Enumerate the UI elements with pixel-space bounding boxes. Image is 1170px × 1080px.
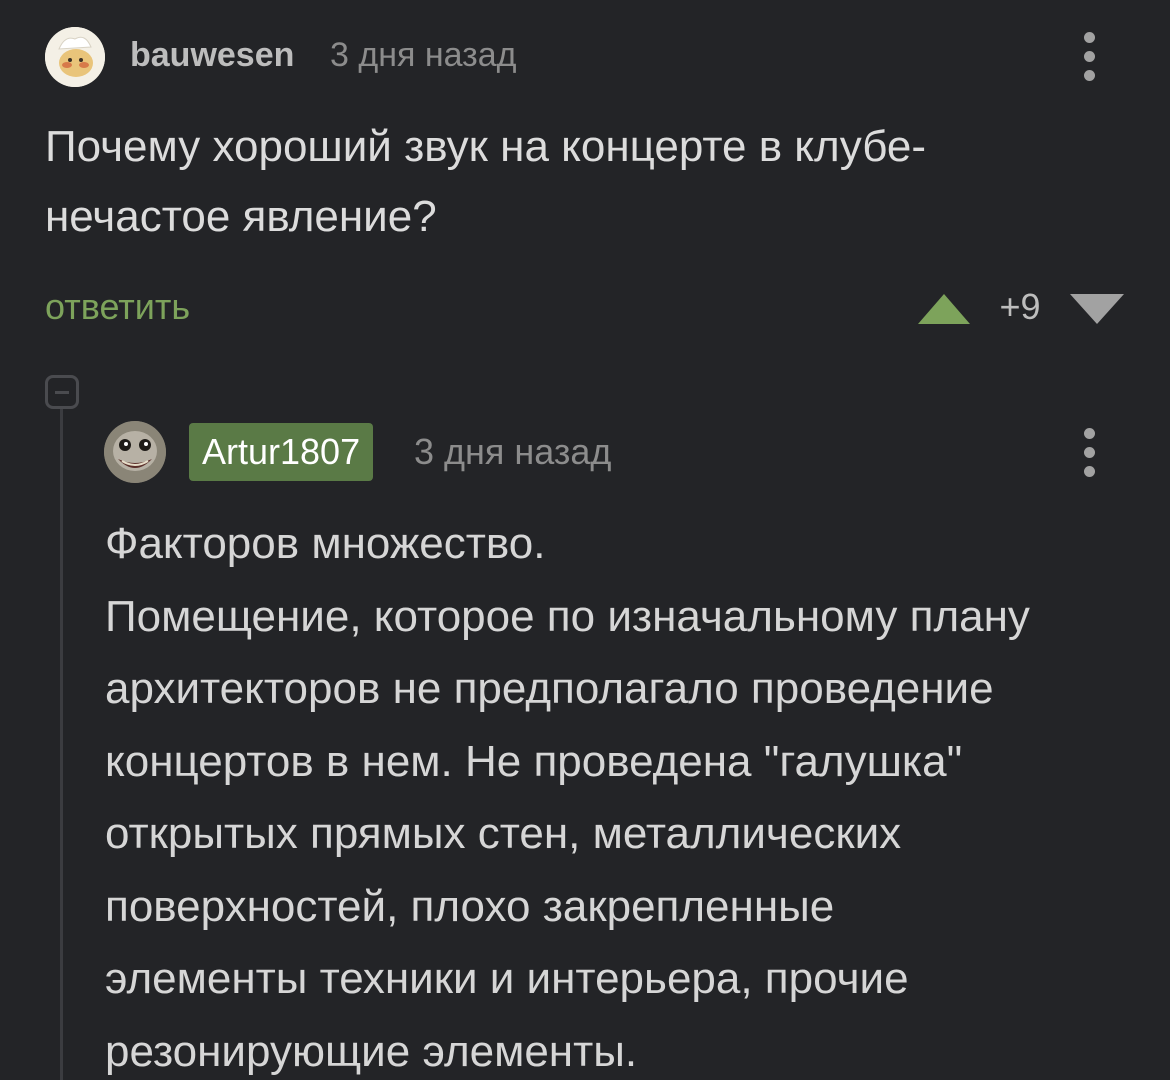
more-options-icon[interactable] — [1072, 30, 1108, 84]
timestamp: 3 дня назад — [330, 36, 517, 74]
dot — [1084, 428, 1095, 439]
comment-text: Факторов множество. Помещение, которое п… — [105, 519, 1030, 1076]
avatar[interactable] — [104, 421, 166, 483]
timestamp: 3 дня назад — [414, 431, 612, 472]
dot — [1084, 70, 1095, 81]
upvote-icon[interactable] — [916, 292, 972, 326]
collapse-thread-button[interactable] — [45, 375, 79, 409]
minus-icon — [55, 391, 69, 394]
ostrich-avatar-icon — [104, 421, 166, 483]
dot — [1084, 51, 1095, 62]
dot — [1084, 447, 1095, 458]
username-badge[interactable]: Artur1807 — [189, 423, 374, 481]
dot — [1084, 32, 1095, 43]
downvote-icon[interactable] — [1068, 292, 1126, 326]
comment-thread: bauwesen 3 дня назад Почему хороший звук… — [0, 0, 1170, 1080]
rating-score: +9 — [999, 286, 1041, 327]
more-options-icon[interactable] — [1072, 426, 1108, 480]
dot — [1084, 466, 1095, 477]
cartoon-avatar-icon — [45, 27, 105, 87]
reply-button[interactable]: ответить — [45, 284, 190, 330]
comment-text: Почему хороший звук на концерте в клубе-… — [45, 122, 927, 241]
avatar[interactable] — [45, 27, 105, 87]
username[interactable]: bauwesen — [130, 34, 294, 76]
thread-line[interactable] — [60, 409, 63, 1080]
